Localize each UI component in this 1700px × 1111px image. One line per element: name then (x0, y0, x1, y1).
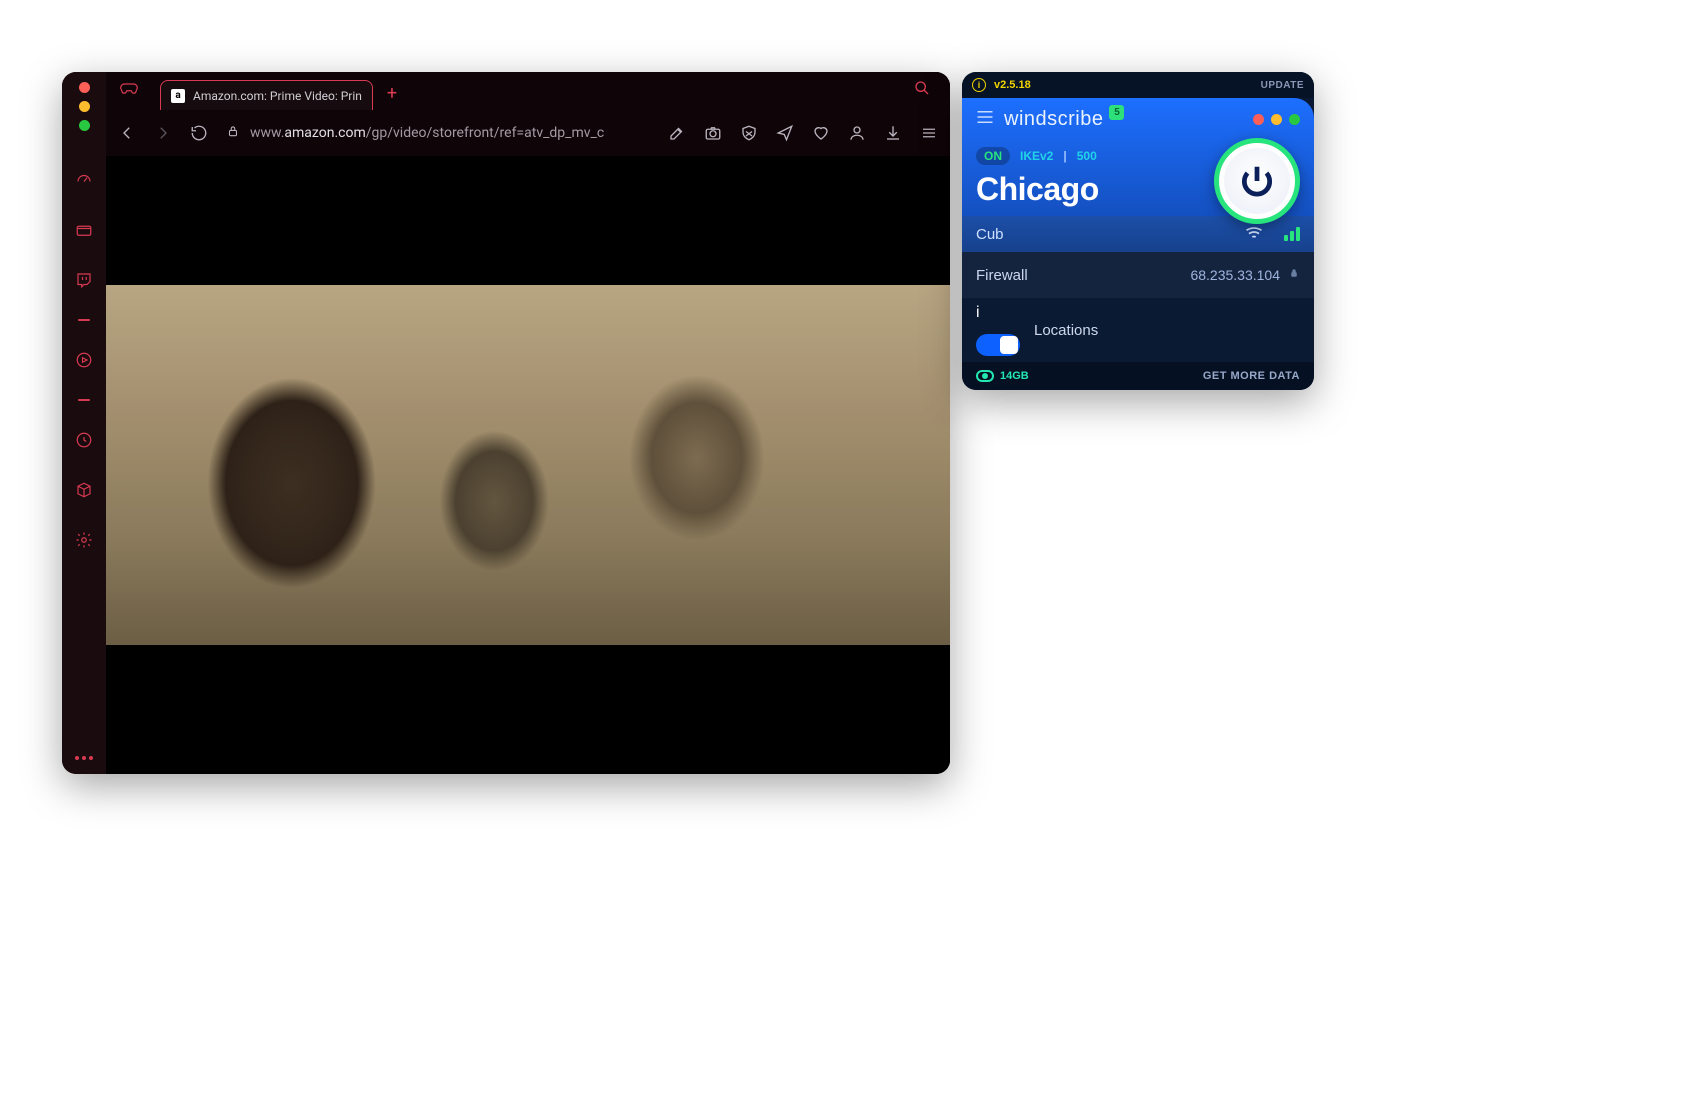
shield-icon[interactable] (740, 124, 758, 142)
video-player[interactable] (106, 156, 950, 774)
download-icon[interactable] (884, 124, 902, 142)
brand-logo: windscribe (1004, 108, 1103, 131)
window-maximize-button[interactable] (1289, 114, 1300, 125)
sublocation-label: Cub (976, 226, 1004, 243)
update-button[interactable]: UPDATE (1261, 80, 1304, 91)
reload-button[interactable] (190, 124, 208, 142)
menu-icon[interactable] (920, 124, 938, 142)
signal-icon (1284, 227, 1300, 241)
heart-icon[interactable] (812, 124, 830, 142)
profile-icon[interactable] (848, 124, 866, 142)
data-icon (976, 370, 994, 382)
power-button[interactable] (1214, 138, 1300, 224)
vpn-window: i v2.5.18 UPDATE windscribe 5 ON IKEv2 |… (962, 72, 1314, 390)
info-icon[interactable]: i (976, 304, 980, 322)
url-text: www.amazon.com/gp/video/storefront/ref=a… (250, 125, 604, 141)
firewall-locations-row: i Locations (962, 298, 1314, 362)
window-minimize-button[interactable] (79, 101, 90, 112)
browser-tab[interactable]: a Amazon.com: Prime Video: Prin (160, 80, 373, 110)
window-minimize-button[interactable] (1271, 114, 1282, 125)
status-on: ON (976, 147, 1010, 165)
browser-sidebar (62, 72, 106, 774)
notification-badge[interactable]: 5 (1109, 105, 1124, 120)
search-icon[interactable] (914, 80, 930, 100)
forward-button[interactable] (154, 124, 172, 142)
version-label: v2.5.18 (994, 79, 1031, 91)
gear-icon[interactable] (73, 529, 95, 551)
window-controls (1253, 114, 1300, 125)
protocol-label: IKEv2 (1020, 149, 1053, 163)
tab-strip: a Amazon.com: Prime Video: Prin + (106, 72, 950, 110)
window-controls (79, 82, 90, 131)
get-more-data-button[interactable]: GET MORE DATA (1203, 370, 1300, 382)
ip-address: 68.235.33.104 (1190, 267, 1280, 283)
back-button[interactable] (118, 124, 136, 142)
vpn-topbar: i v2.5.18 UPDATE (962, 72, 1314, 98)
window-maximize-button[interactable] (79, 120, 90, 131)
twitch-icon[interactable] (73, 269, 95, 291)
play-circle-icon[interactable] (73, 349, 95, 371)
vpn-footer: 14GB GET MORE DATA (962, 362, 1314, 390)
browser-toolbar: www.amazon.com/gp/video/storefront/ref=a… (106, 110, 950, 156)
vpn-header: windscribe 5 ON IKEv2 | 500 Chicago (962, 98, 1314, 216)
edit-icon[interactable] (668, 124, 686, 142)
toolbar-actions (668, 124, 938, 142)
wallet-icon[interactable] (73, 219, 95, 241)
separator: | (1063, 149, 1066, 163)
browser-main: a Amazon.com: Prime Video: Prin + www.am… (106, 72, 950, 774)
lock-icon (1280, 266, 1300, 284)
firewall-toggle[interactable] (976, 334, 1020, 356)
camera-icon[interactable] (704, 124, 722, 142)
sidebar-separator (78, 319, 90, 321)
wifi-icon (1244, 224, 1264, 244)
new-tab-button[interactable]: + (387, 83, 397, 104)
lock-icon (226, 124, 240, 142)
more-icon[interactable] (75, 756, 93, 760)
menu-icon[interactable] (976, 110, 994, 129)
locations-label: Locations (1034, 322, 1098, 339)
window-close-button[interactable] (1253, 114, 1264, 125)
firewall-label: Firewall (976, 267, 1028, 284)
speed-icon[interactable] (73, 169, 95, 191)
port-label: 500 (1077, 149, 1097, 163)
cube-icon[interactable] (73, 479, 95, 501)
tab-favicon: a (171, 89, 185, 103)
info-icon[interactable]: i (972, 78, 986, 92)
gamepad-icon[interactable] (120, 81, 138, 100)
browser-window: a Amazon.com: Prime Video: Prin + www.am… (62, 72, 950, 774)
tab-title: Amazon.com: Prime Video: Prin (193, 89, 362, 103)
data-remaining: 14GB (976, 370, 1029, 382)
address-bar[interactable]: www.amazon.com/gp/video/storefront/ref=a… (226, 124, 650, 142)
video-frame (106, 285, 950, 645)
sidebar-separator (78, 399, 90, 401)
clock-icon[interactable] (73, 429, 95, 451)
send-icon[interactable] (776, 124, 794, 142)
window-close-button[interactable] (79, 82, 90, 93)
firewall-row: Firewall 68.235.33.104 (962, 252, 1314, 298)
